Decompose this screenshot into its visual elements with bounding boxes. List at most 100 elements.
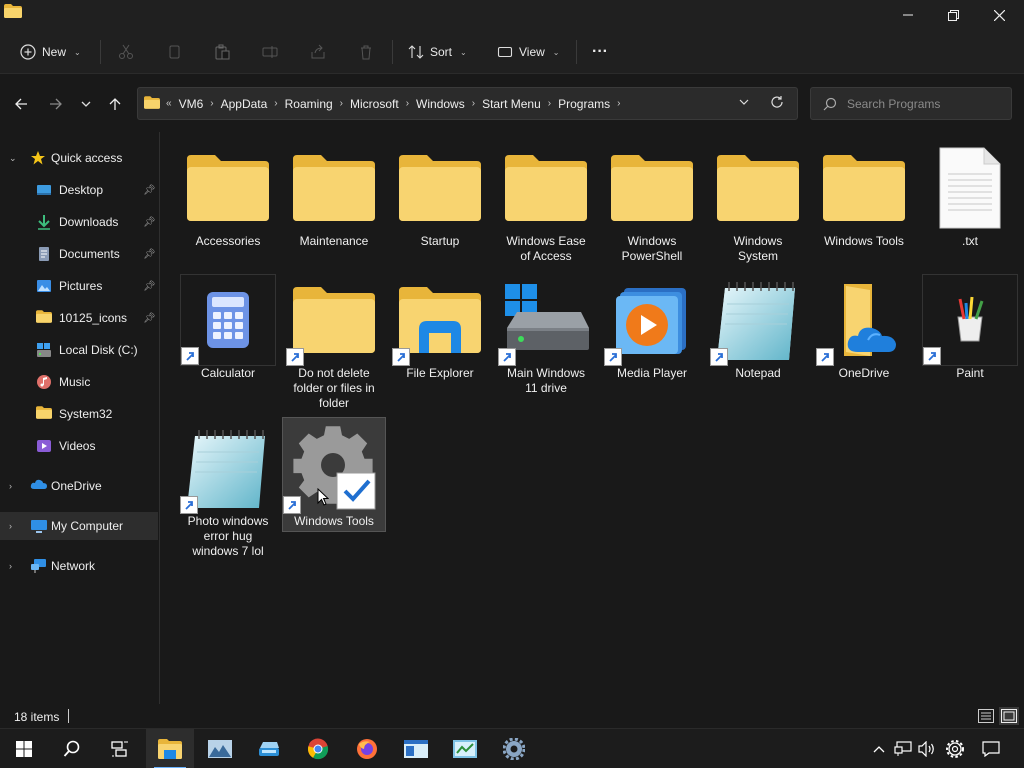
crumb-roaming[interactable]: Roaming bbox=[280, 97, 338, 111]
sidebar-item-videos[interactable]: Videos bbox=[0, 432, 158, 460]
search-input[interactable] bbox=[847, 96, 1007, 111]
pin-icon[interactable]: 📌︎ bbox=[143, 217, 156, 228]
taskbar-control-panel[interactable] bbox=[441, 729, 489, 768]
taskbar-firefox[interactable] bbox=[343, 729, 391, 768]
taskbar-chrome[interactable] bbox=[294, 729, 342, 768]
sidebar-item-label: Local Disk (C:) bbox=[59, 343, 138, 357]
file-item-selected[interactable]: Windows Tools bbox=[282, 417, 386, 532]
chevron-right-icon[interactable]: › bbox=[404, 98, 411, 109]
crumb-microsoft[interactable]: Microsoft bbox=[345, 97, 404, 111]
delete-button[interactable] bbox=[358, 38, 374, 66]
chevron-right-icon[interactable]: › bbox=[470, 98, 477, 109]
cut-button[interactable] bbox=[118, 38, 134, 66]
chevron-right-icon[interactable]: › bbox=[9, 481, 12, 491]
crumb-windows[interactable]: Windows bbox=[411, 97, 470, 111]
crumb-programs[interactable]: Programs bbox=[553, 97, 615, 111]
copy-button[interactable] bbox=[166, 38, 182, 66]
refresh-button[interactable] bbox=[770, 95, 784, 112]
file-item[interactable]: .txt bbox=[922, 142, 1018, 249]
chevron-right-icon[interactable]: › bbox=[9, 561, 12, 571]
taskbar-settings[interactable] bbox=[490, 729, 538, 768]
sidebar-item-local-disk[interactable]: Local Disk (C:) bbox=[0, 336, 158, 364]
volume-button[interactable] bbox=[917, 739, 937, 759]
minimize-icon bbox=[903, 14, 913, 16]
chevron-right-icon[interactable]: › bbox=[208, 98, 215, 109]
back-button[interactable] bbox=[9, 92, 33, 116]
file-item[interactable]: Do not delete folder or files in folder bbox=[286, 274, 382, 411]
pin-icon[interactable]: 📌︎ bbox=[143, 185, 156, 196]
minimize-button[interactable] bbox=[885, 0, 931, 30]
show-hidden-icons-button[interactable] bbox=[869, 739, 889, 759]
taskbar-file-explorer[interactable] bbox=[146, 729, 194, 768]
sidebar-item-documents[interactable]: Documents 📌︎ bbox=[0, 240, 158, 268]
file-item[interactable]: Notepad bbox=[710, 274, 806, 381]
file-item[interactable]: Startup bbox=[392, 142, 488, 249]
address-history-button[interactable] bbox=[738, 96, 750, 111]
chevron-right-icon[interactable]: › bbox=[615, 98, 622, 109]
file-item[interactable]: Paint bbox=[922, 274, 1018, 381]
crumb-appdata[interactable]: AppData bbox=[216, 97, 273, 111]
recent-locations-button[interactable] bbox=[74, 92, 98, 116]
sidebar-item-pictures[interactable]: Pictures 📌︎ bbox=[0, 272, 158, 300]
forward-button[interactable] bbox=[44, 92, 68, 116]
file-item[interactable]: Windows System bbox=[710, 142, 806, 264]
notifications-button[interactable] bbox=[981, 739, 1001, 759]
task-view-button[interactable] bbox=[96, 729, 144, 768]
drive-icon bbox=[36, 342, 52, 358]
sidebar-item-my-computer[interactable]: › My Computer bbox=[0, 512, 158, 540]
file-name: Do not delete folder or files in folder bbox=[293, 366, 375, 410]
restore-button[interactable] bbox=[930, 0, 976, 30]
file-item[interactable]: Windows Ease of Access bbox=[498, 142, 594, 264]
address-bar[interactable]: « VM6 › AppData › Roaming › Microsoft › Wind… bbox=[137, 87, 798, 120]
file-item[interactable]: Windows Tools bbox=[816, 142, 912, 249]
share-button[interactable] bbox=[310, 38, 326, 66]
sidebar-item-downloads[interactable]: Downloads 📌︎ bbox=[0, 208, 158, 236]
sort-button[interactable]: Sort ⌄ bbox=[408, 38, 467, 66]
up-button[interactable] bbox=[103, 92, 127, 116]
shortcut-arrow-icon bbox=[180, 496, 198, 514]
file-item[interactable]: Maintenance bbox=[286, 142, 382, 249]
chevron-down-icon[interactable]: ⌄ bbox=[9, 153, 17, 164]
pin-icon[interactable]: 📌︎ bbox=[143, 281, 156, 292]
pin-icon[interactable]: 📌︎ bbox=[143, 249, 156, 260]
taskbar-notepad[interactable] bbox=[392, 729, 440, 768]
file-item[interactable]: Media Player bbox=[604, 274, 700, 381]
start-button[interactable] bbox=[0, 729, 48, 768]
sidebar-item-desktop[interactable]: Desktop 📌︎ bbox=[0, 176, 158, 204]
rename-button[interactable] bbox=[262, 38, 278, 66]
taskbar-search-button[interactable] bbox=[48, 729, 96, 768]
large-icons-view-button[interactable] bbox=[999, 707, 1019, 725]
sidebar-item-system32[interactable]: System32 bbox=[0, 400, 158, 428]
quick-settings-button[interactable] bbox=[945, 739, 965, 759]
file-item[interactable]: Main Windows 11 drive bbox=[498, 274, 594, 396]
more-options-button[interactable]: ··· bbox=[592, 38, 608, 66]
crumb-vm6[interactable]: VM6 bbox=[174, 97, 209, 111]
taskbar-disk-app[interactable] bbox=[245, 729, 293, 768]
chevron-right-icon[interactable]: › bbox=[338, 98, 345, 109]
pin-icon[interactable]: 📌︎ bbox=[143, 313, 156, 324]
crumb-start-menu[interactable]: Start Menu bbox=[477, 97, 546, 111]
sidebar-item-onedrive[interactable]: › OneDrive bbox=[0, 472, 158, 500]
sidebar-item-network[interactable]: › Network bbox=[0, 552, 158, 580]
close-button[interactable] bbox=[976, 0, 1022, 30]
new-button[interactable]: New ⌄ bbox=[20, 38, 81, 66]
chevron-right-icon[interactable]: › bbox=[272, 98, 279, 109]
file-item[interactable]: File Explorer bbox=[392, 274, 488, 381]
sidebar-item-10125-icons[interactable]: 10125_icons 📌︎ bbox=[0, 304, 158, 332]
file-item[interactable]: Windows PowerShell bbox=[604, 142, 700, 264]
file-item[interactable]: OneDrive bbox=[816, 274, 912, 381]
breadcrumb-overflow[interactable]: « bbox=[164, 98, 174, 109]
taskbar-photos[interactable] bbox=[196, 729, 244, 768]
sidebar-item-music[interactable]: Music bbox=[0, 368, 158, 396]
chevron-right-icon[interactable]: › bbox=[546, 98, 553, 109]
network-tray-button[interactable] bbox=[893, 739, 913, 759]
details-view-button[interactable] bbox=[976, 707, 996, 725]
chevron-right-icon[interactable]: › bbox=[9, 521, 12, 531]
paste-button[interactable] bbox=[214, 38, 230, 66]
file-item[interactable]: Photo windows error hug windows 7 lol bbox=[180, 422, 276, 559]
sidebar-item-quick-access[interactable]: ⌄ Quick access bbox=[0, 144, 158, 172]
file-item[interactable]: Accessories bbox=[180, 142, 276, 249]
file-item[interactable]: Calculator bbox=[180, 274, 276, 381]
search-box[interactable] bbox=[810, 87, 1012, 120]
view-button[interactable]: View ⌄ bbox=[497, 38, 560, 66]
